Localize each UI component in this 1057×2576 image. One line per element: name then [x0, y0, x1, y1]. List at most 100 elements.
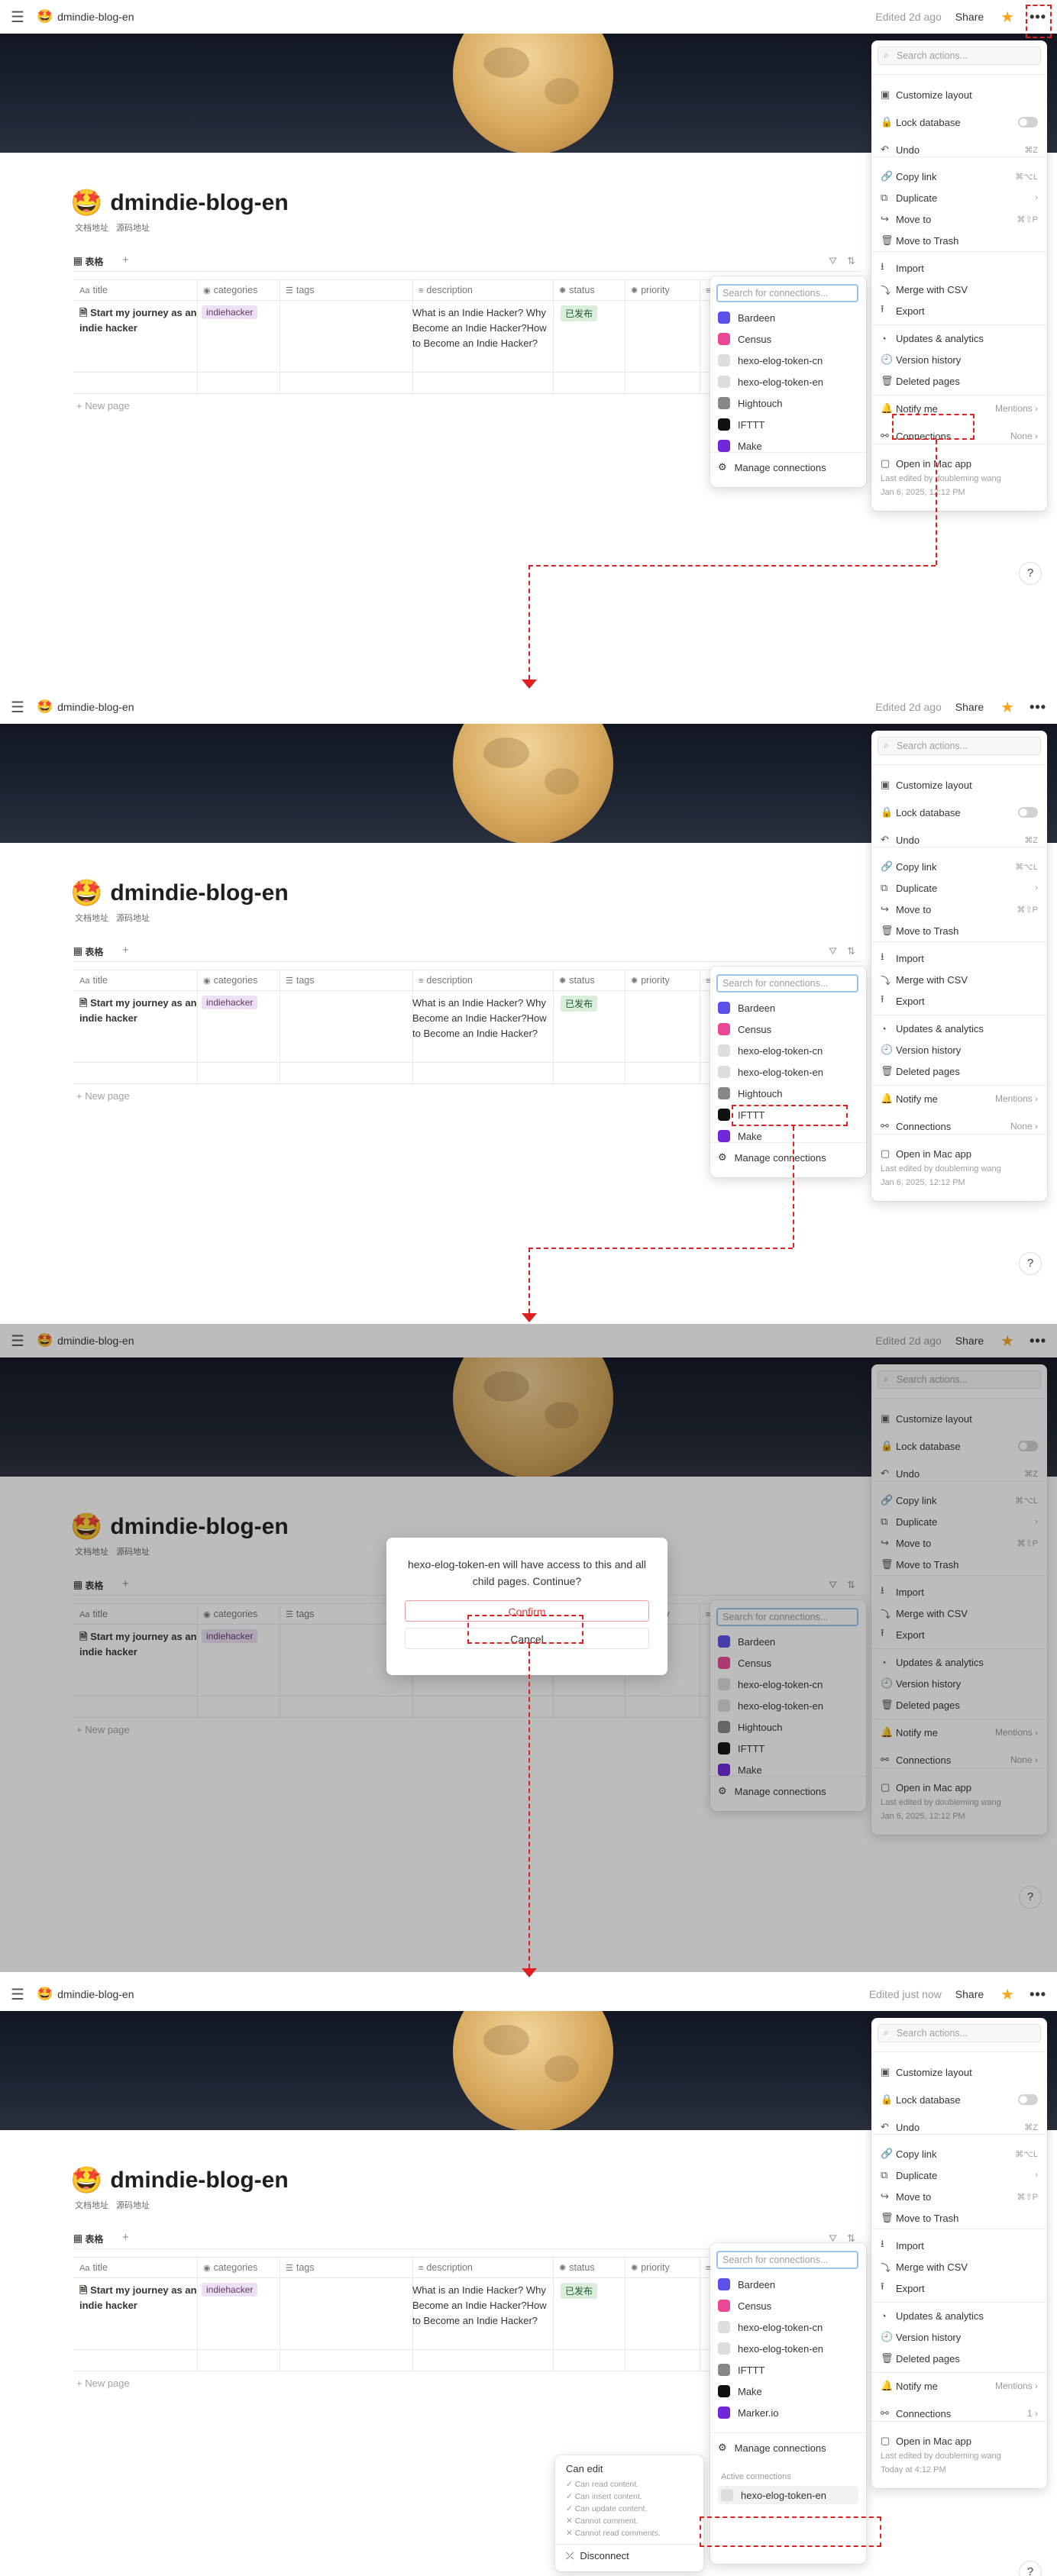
action-undo[interactable]: ↶ Undo ⌘Z [881, 141, 1038, 158]
action-customize-layout[interactable]: ▣ Customize layout [881, 2064, 1038, 2080]
action-undo[interactable]: ↶ Undo ⌘Z [881, 2119, 1038, 2135]
action-import[interactable]: ⭳ Import [881, 260, 1038, 276]
connection-item[interactable]: hexo-elog-token-cn [718, 1041, 858, 1060]
new-page-button[interactable]: + New page [76, 1090, 130, 1102]
lock-toggle[interactable] [1018, 807, 1038, 818]
share-button[interactable]: Share [955, 11, 984, 23]
action-merge-with-csv[interactable]: ⤵ Merge with CSV [881, 281, 1038, 298]
action-export[interactable]: ⭱ Export [881, 993, 1038, 1009]
connection-item[interactable]: hexo-elog-token-en [718, 1063, 858, 1081]
connection-item[interactable]: Hightouch [718, 394, 858, 412]
lock-toggle[interactable] [1018, 2094, 1038, 2105]
docs-link[interactable]: 文档地址 [75, 914, 108, 923]
action-notify-me[interactable]: 🔔 Notify me Mentions › [881, 1090, 1038, 1107]
action-move-to[interactable]: ↪ Move to ⌘⇧P [881, 211, 1038, 228]
page-title[interactable]: dmindie-blog-en [110, 2168, 288, 2193]
column-header-priority[interactable]: ✺priority [631, 2262, 670, 2273]
action-import[interactable]: ⭳ Import [881, 2237, 1038, 2254]
action-open-in-mac-app[interactable]: ▢ Open in Mac app [881, 455, 1038, 472]
action-duplicate[interactable]: ⧉ Duplicate › [881, 189, 1038, 206]
column-header-priority[interactable]: ✺priority [631, 975, 670, 986]
action-copy-link[interactable]: 🔗 Copy link ⌘⌥L [881, 2145, 1038, 2162]
sort-icon[interactable]: ⇅ [847, 945, 855, 957]
breadcrumb-page-name[interactable]: dmindie-blog-en [57, 1988, 134, 2000]
action-customize-layout[interactable]: ▣ Customize layout [881, 776, 1038, 793]
view-tab-table[interactable]: ▦ 表格 [73, 255, 103, 268]
column-header-categories[interactable]: ◉ categories [203, 285, 257, 295]
connection-item[interactable]: Make [718, 2382, 858, 2400]
action-customize-layout[interactable]: ▣ Customize layout [881, 86, 1038, 103]
action-deleted-pages[interactable]: 🗑 Deleted pages [881, 373, 1038, 389]
filter-icon[interactable]: ⛛ [829, 255, 837, 267]
action-undo[interactable]: ↶ Undo ⌘Z [881, 831, 1038, 848]
action-lock-database[interactable]: 🔒 Lock database [881, 114, 1038, 131]
connection-item[interactable]: Bardeen [718, 308, 858, 327]
action-merge-with-csv[interactable]: ⤵ Merge with CSV [881, 971, 1038, 988]
page-title[interactable]: dmindie-blog-en [110, 190, 288, 216]
docs-link[interactable]: 文档地址 [75, 2201, 108, 2210]
action-deleted-pages[interactable]: 🗑 Deleted pages [881, 1063, 1038, 1080]
action-version-history[interactable]: 🕘 Version history [881, 2329, 1038, 2345]
column-header-title[interactable]: Aa title [79, 2262, 108, 2273]
action-open-in-mac-app[interactable]: ▢ Open in Mac app [881, 1145, 1038, 1162]
share-button[interactable]: Share [955, 1988, 984, 2000]
source-link[interactable]: 源码地址 [116, 224, 150, 233]
action-version-history[interactable]: 🕘 Version history [881, 1041, 1038, 1058]
connection-item[interactable]: Census [718, 2297, 858, 2315]
actions-search-input[interactable]: ⌕ Search actions... [878, 737, 1041, 755]
action-updates-analytics[interactable]: ◔ Updates & analytics [881, 330, 1038, 347]
lock-toggle[interactable] [1018, 117, 1038, 128]
new-page-button[interactable]: + New page [76, 400, 130, 412]
disconnect-button[interactable]: ⤫ Disconnect [566, 2550, 629, 2562]
add-view-icon[interactable]: + [122, 944, 129, 957]
action-duplicate[interactable]: ⧉ Duplicate › [881, 880, 1038, 896]
share-button[interactable]: Share [955, 701, 984, 713]
action-move-to[interactable]: ↪ Move to ⌘⇧P [881, 901, 1038, 918]
connection-item[interactable]: Bardeen [718, 999, 858, 1017]
column-header-categories[interactable]: ◉ categories [203, 2262, 257, 2273]
source-link[interactable]: 源码地址 [116, 914, 150, 923]
action-lock-database[interactable]: 🔒 Lock database [881, 2091, 1038, 2108]
connection-item[interactable]: Hightouch [718, 1084, 858, 1102]
manage-connections-button[interactable]: ⚙ Manage connections [718, 458, 858, 476]
connections-search-input[interactable]: Search for connections... [716, 974, 858, 993]
column-header-title[interactable]: Aa title [79, 975, 108, 986]
column-header-status[interactable]: ✺status [559, 285, 595, 295]
action-copy-link[interactable]: 🔗 Copy link ⌘⌥L [881, 168, 1038, 185]
action-export[interactable]: ⭱ Export [881, 302, 1038, 319]
action-move-to[interactable]: ↪ Move to ⌘⇧P [881, 2188, 1038, 2205]
actions-search-input[interactable]: ⌕ Search actions... [878, 47, 1041, 65]
menu-icon[interactable]: ☰ [11, 698, 24, 717]
action-updates-analytics[interactable]: ◔ Updates & analytics [881, 1020, 1038, 1037]
row-title[interactable]: 🗎 Start my journey as an indie hacker [79, 996, 197, 1026]
action-updates-analytics[interactable]: ◔ Updates & analytics [881, 2307, 1038, 2324]
action-move-to-trash[interactable]: 🗑 Move to Trash [881, 2210, 1038, 2226]
connection-item[interactable]: hexo-elog-token-en [718, 2339, 858, 2358]
column-header-status[interactable]: ✺status [559, 2262, 595, 2273]
connection-item[interactable]: Census [718, 1020, 858, 1038]
action-merge-with-csv[interactable]: ⤵ Merge with CSV [881, 2258, 1038, 2275]
breadcrumb-page-name[interactable]: dmindie-blog-en [57, 11, 134, 23]
column-header-tags[interactable]: ☰ tags [286, 2262, 315, 2273]
row-title[interactable]: 🗎 Start my journey as an indie hacker [79, 305, 197, 336]
connection-item[interactable]: hexo-elog-token-cn [718, 2318, 858, 2336]
favorite-star-icon[interactable]: ★ [1000, 1985, 1014, 2004]
filter-icon[interactable]: ⛛ [829, 945, 837, 957]
column-header-categories[interactable]: ◉ categories [203, 975, 257, 986]
column-header-description[interactable]: ≡description [419, 975, 473, 986]
action-export[interactable]: ⭱ Export [881, 2280, 1038, 2297]
action-notify-me[interactable]: 🔔 Notify me Mentions › [881, 2377, 1038, 2394]
connection-item[interactable]: Marker.io [718, 2403, 858, 2422]
action-connections[interactable]: ⚯ Connections None › [881, 1118, 1038, 1135]
favorite-star-icon[interactable]: ★ [1000, 8, 1014, 27]
manage-connections-button[interactable]: ⚙ Manage connections [718, 1148, 858, 1167]
action-move-to-trash[interactable]: 🗑 Move to Trash [881, 232, 1038, 249]
page-icon[interactable]: 🤩 [70, 188, 102, 218]
action-copy-link[interactable]: 🔗 Copy link ⌘⌥L [881, 858, 1038, 875]
column-header-tags[interactable]: ☰ tags [286, 285, 315, 295]
column-header-status[interactable]: ✺status [559, 975, 595, 986]
view-tab-table[interactable]: ▦ 表格 [73, 945, 103, 958]
action-import[interactable]: ⭳ Import [881, 950, 1038, 967]
column-header-description[interactable]: ≡description [419, 285, 473, 295]
actions-search-input[interactable]: ⌕ Search actions... [878, 2024, 1041, 2042]
